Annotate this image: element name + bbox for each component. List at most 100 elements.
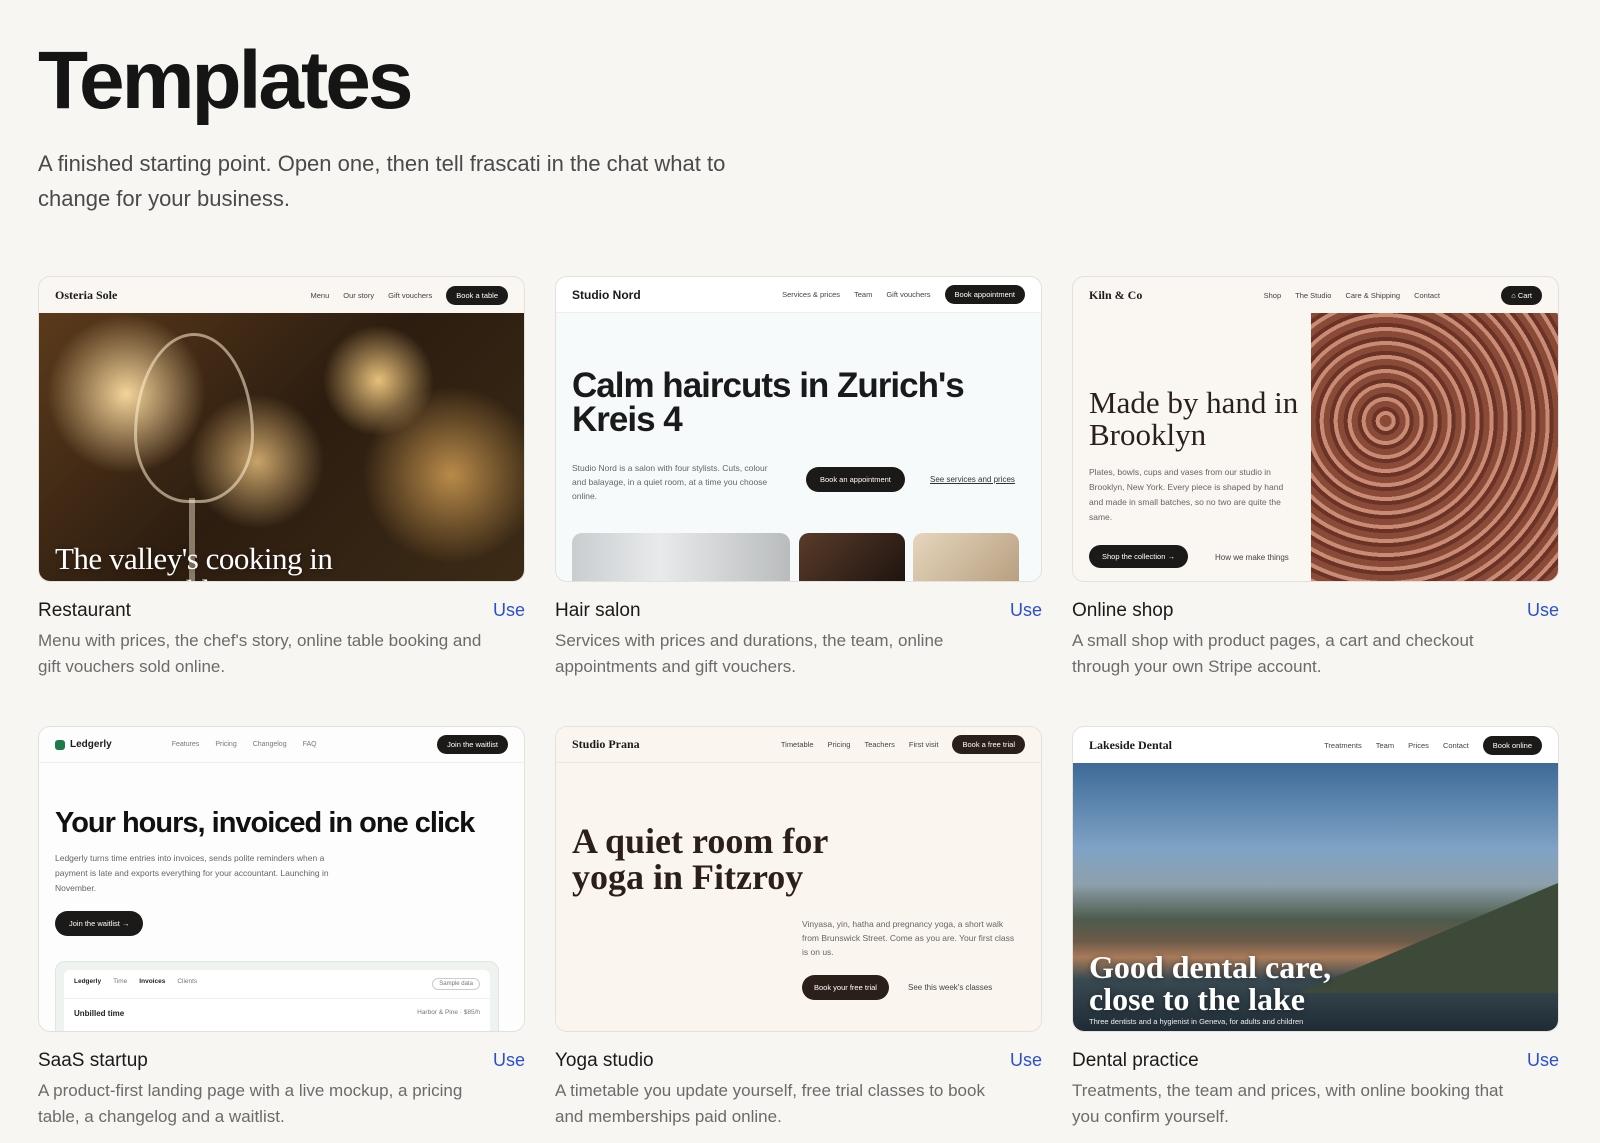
template-preview-hair-salon[interactable]: Studio Nord Services & prices Team Gift … xyxy=(555,276,1042,582)
template-name: Yoga studio xyxy=(555,1050,654,1071)
preview-brand: Lakeside Dental xyxy=(1089,737,1173,752)
preview-button: Book your free trial xyxy=(802,975,889,1000)
app-mockup: Ledgerly Time Invoices Clients Sample da… xyxy=(55,961,499,1031)
preview-nav-item: The Studio xyxy=(1295,290,1332,300)
preview-nav-item: Gift vouchers xyxy=(388,290,433,300)
preview-cta: Book a free trial xyxy=(952,735,1025,754)
preview-link: See this week's classes xyxy=(908,983,993,992)
mock-tab: Invoices xyxy=(139,978,166,985)
preview-nav-item: Prices xyxy=(1408,740,1429,750)
templates-page: Templates A finished starting point. Ope… xyxy=(0,0,1600,1143)
wine-glass-shape xyxy=(134,333,254,503)
preview-body: Ledgerly turns time entries into invoice… xyxy=(55,853,329,893)
page-title: Templates xyxy=(38,35,414,126)
preview-nav-item: Menu xyxy=(310,290,330,300)
template-preview-yoga[interactable]: Studio Prana Timetable Pricing Teachers … xyxy=(555,726,1042,1032)
preview-nav-item: First visit xyxy=(908,740,939,749)
logo-icon xyxy=(55,739,65,750)
preview-nav-item: Treatments xyxy=(1324,740,1362,750)
preview-body: Vinyasa, yin, hatha and pregnancy yoga, … xyxy=(802,919,1015,957)
template-preview-restaurant[interactable]: Osteria Sole Menu Our story Gift voucher… xyxy=(38,276,525,582)
preview-nav-item: Teachers xyxy=(864,740,895,749)
preview-brand: Kiln & Co xyxy=(1089,287,1143,302)
preview-brand: Osteria Sole xyxy=(55,287,118,302)
preview-link: See services and prices xyxy=(930,475,1015,484)
preview-headline: Good dental care, close to the lake xyxy=(1089,949,1332,1017)
preview-sub: Three dentists and a hygienist in Geneva… xyxy=(1089,1017,1304,1026)
preview-nav-item: Contact xyxy=(1442,740,1469,750)
mock-row-value: Harbor & Pine · $85/h xyxy=(417,1009,480,1016)
preview-nav-item: Team xyxy=(854,290,873,299)
template-name: Online shop xyxy=(1072,600,1174,621)
page-subtitle: A finished starting point. Open one, the… xyxy=(38,151,726,211)
template-name: Hair salon xyxy=(555,600,641,621)
preview-body: Studio Nord is a salon with four stylist… xyxy=(572,463,768,501)
preview-brand: Studio Prana xyxy=(572,737,640,751)
preview-nav: Osteria Sole Menu Our story Gift voucher… xyxy=(39,277,524,313)
template-preview-online-shop[interactable]: Kiln & Co Shop The Studio Care & Shippin… xyxy=(1072,276,1559,582)
use-button[interactable]: Use xyxy=(1527,1050,1559,1071)
preview-nav: Kiln & Co Shop The Studio Care & Shippin… xyxy=(1073,277,1558,313)
preview-brand: Studio Nord xyxy=(572,287,641,302)
salon-photo xyxy=(572,533,790,581)
template-name: SaaS startup xyxy=(38,1050,148,1071)
preview-headline: A quiet room for yoga in Fitzroy xyxy=(572,821,828,897)
preview-link: How we make things xyxy=(1215,553,1289,562)
template-card-saas: Ledgerly Features Pricing Changelog FAQ … xyxy=(38,726,525,1130)
use-button[interactable]: Use xyxy=(1010,600,1042,621)
preview-brand: Ledgerly xyxy=(70,739,112,750)
preview-cta: Book online xyxy=(1482,735,1542,755)
template-grid: Osteria Sole Menu Our story Gift voucher… xyxy=(38,276,1559,1130)
preview-nav-item: Care & Shipping xyxy=(1345,290,1401,300)
preview-headline: Your hours, invoiced in one click xyxy=(55,807,475,839)
preview-nav-item: Shop xyxy=(1263,290,1282,300)
template-name: Dental practice xyxy=(1072,1050,1199,1071)
template-card-yoga: Studio Prana Timetable Pricing Teachers … xyxy=(555,726,1042,1130)
preview-button: Join the waitlist → xyxy=(55,911,144,936)
use-button[interactable]: Use xyxy=(493,1050,525,1071)
mock-badge: Sample data xyxy=(432,978,480,990)
preview-nav-item: Our story xyxy=(343,290,375,300)
preview-nav: Ledgerly Features Pricing Changelog FAQ … xyxy=(39,727,524,763)
preview-nav-item: Pricing xyxy=(827,740,851,749)
template-preview-saas[interactable]: Ledgerly Features Pricing Changelog FAQ … xyxy=(38,726,525,1032)
use-button[interactable]: Use xyxy=(493,600,525,621)
preview-cta: Book a table xyxy=(446,285,508,305)
mock-tab: Ledgerly xyxy=(74,978,102,985)
preview-headline: Made by hand in Brooklyn xyxy=(1089,385,1299,452)
preview-cart: ⌂ Cart xyxy=(1501,285,1542,305)
template-description: Treatments, the team and prices, with on… xyxy=(1072,1081,1504,1126)
use-button[interactable]: Use xyxy=(1010,1050,1042,1071)
mock-tab: Time xyxy=(113,978,128,985)
bag-icon: ⌂ xyxy=(1511,290,1518,300)
template-description: Services with prices and durations, the … xyxy=(555,631,944,676)
preview-headline: The valley's cooking in Lugano's old tow… xyxy=(55,541,333,582)
preview-nav: Studio Prana Timetable Pricing Teachers … xyxy=(556,727,1041,763)
preview-nav: Lakeside Dental Treatments Team Prices C… xyxy=(1073,727,1558,763)
template-description: Menu with prices, the chef's story, onli… xyxy=(38,631,482,676)
preview-nav-item: Team xyxy=(1375,740,1395,750)
preview-headline: Calm haircuts in Zurich's Kreis 4 xyxy=(572,366,965,439)
preview-cta: Book appointment xyxy=(944,285,1025,304)
use-button[interactable]: Use xyxy=(1527,600,1559,621)
preview-nav-item: Changelog xyxy=(252,741,287,748)
template-description: A timetable you update yourself, free tr… xyxy=(555,1081,985,1126)
preview-body: Plates, bowls, cups and vases from our s… xyxy=(1089,467,1284,522)
preview-button: Book an appointment xyxy=(806,467,905,492)
pottery-image xyxy=(1311,313,1558,581)
preview-cta: Join the waitlist xyxy=(437,735,508,754)
preview-nav-item: Timetable xyxy=(780,740,814,749)
template-card-restaurant: Osteria Sole Menu Our story Gift voucher… xyxy=(38,276,525,680)
preview-button: Shop the collection → xyxy=(1089,545,1188,568)
preview-nav: Studio Nord Services & prices Team Gift … xyxy=(556,277,1041,313)
template-description: A product-first landing page with a live… xyxy=(38,1081,463,1126)
preview-hero-image: The valley's cooking in Lugano's old tow… xyxy=(39,313,524,582)
salon-photo xyxy=(913,533,1019,581)
preview-nav-item: FAQ xyxy=(302,741,317,748)
preview-nav-item: Gift vouchers xyxy=(886,290,931,299)
template-card-hair-salon: Studio Nord Services & prices Team Gift … xyxy=(555,276,1042,680)
preview-cart-label: Cart xyxy=(1517,290,1532,300)
mock-tab: Clients xyxy=(177,978,198,985)
template-name: Restaurant xyxy=(38,600,131,621)
template-preview-dental[interactable]: Lakeside Dental Treatments Team Prices C… xyxy=(1072,726,1559,1032)
